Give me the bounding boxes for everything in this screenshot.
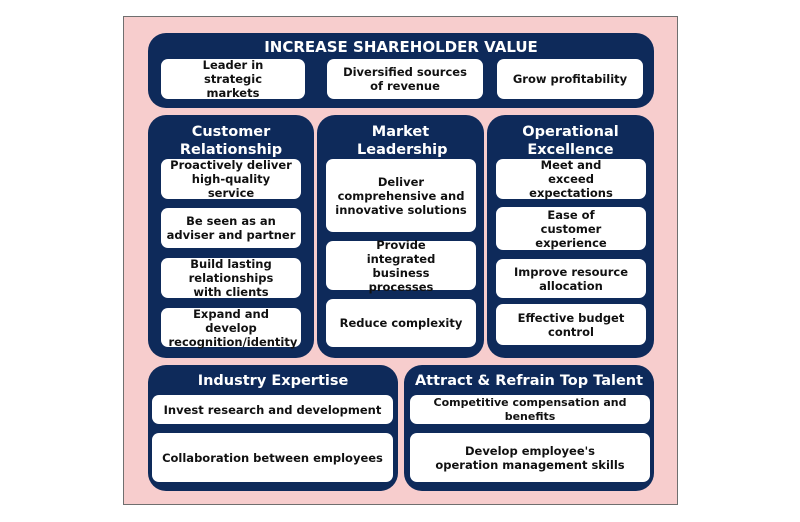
card: Be seen as an adviser and partner [161,208,301,248]
panel-title: Operational Excellence [522,124,619,158]
card: Deliver comprehensive and innovative sol… [326,159,476,232]
card-text: Develop employee's operation management … [435,443,625,472]
panel-title: Market Leadership [357,124,448,158]
card-text: Invest research and development [163,402,382,417]
panel-title: Attract & Refrain Top Talent [414,373,644,389]
card-text: Reduce complexity [339,316,463,330]
card: Leader in strategic markets [161,58,305,100]
card: Meet and exceed expectations [496,158,646,200]
card-text: Grow profitability [512,72,628,86]
card-text: Leader in strategic markets [202,58,264,100]
card-text: Deliver comprehensive and innovative sol… [335,174,467,217]
card-text: Meet and exceed expectations [529,158,613,200]
card: Effective budget control [496,304,646,345]
card-text: Provide integrated business processes [366,237,436,294]
card: Provide integrated business processes [326,238,476,294]
card-text: Diversified sources of revenue [343,65,467,93]
card-text: Competitive compensation and benefits [433,395,627,423]
panel-customer-relationship: Customer Relationship Proactively delive… [148,115,314,358]
card: Improve resource allocation [496,259,646,298]
card: Expand and develop recognition/identity [161,306,301,349]
card-text: Collaboration between employees [162,450,383,465]
card: Reduce complexity [326,299,476,347]
panel-title: Industry Expertise [197,373,349,389]
panel-title: INCREASE SHAREHOLDER VALUE [264,38,538,56]
card: Ease of customer experience [496,207,646,250]
panel-industry-expertise: Industry Expertise Invest research and d… [148,365,398,491]
card: Collaboration between employees [152,433,393,482]
card: Invest research and development [152,395,393,424]
panel-operational-excellence: Operational Excellence Meet and exceed e… [487,115,654,358]
panel-attract-talent: Attract & Refrain Top Talent Competitive… [404,365,654,491]
card-text: Ease of customer experience [535,207,607,250]
card-text: Build lasting relationships with clients [188,257,274,299]
card-text: Proactively deliver high-quality service [170,158,292,200]
panel-title: Customer Relationship [179,124,283,158]
card-text: Improve resource allocation [513,264,629,293]
card-text: Expand and develop recognition/identity [168,306,298,349]
card: Build lasting relationships with clients [161,257,301,299]
card: Competitive compensation and benefits [410,395,650,424]
card: Proactively deliver high-quality service [161,158,301,200]
panel-market-leadership: Market Leadership Deliver comprehensive … [317,115,484,358]
card: Diversified sources of revenue [327,59,483,99]
panel-shareholder-value: INCREASE SHAREHOLDER VALUE Leader in str… [148,33,654,108]
card-text: Be seen as an adviser and partner [166,214,296,242]
card-text: Effective budget control [517,310,625,339]
card: Grow profitability [497,59,643,99]
card: Develop employee's operation management … [410,433,650,482]
